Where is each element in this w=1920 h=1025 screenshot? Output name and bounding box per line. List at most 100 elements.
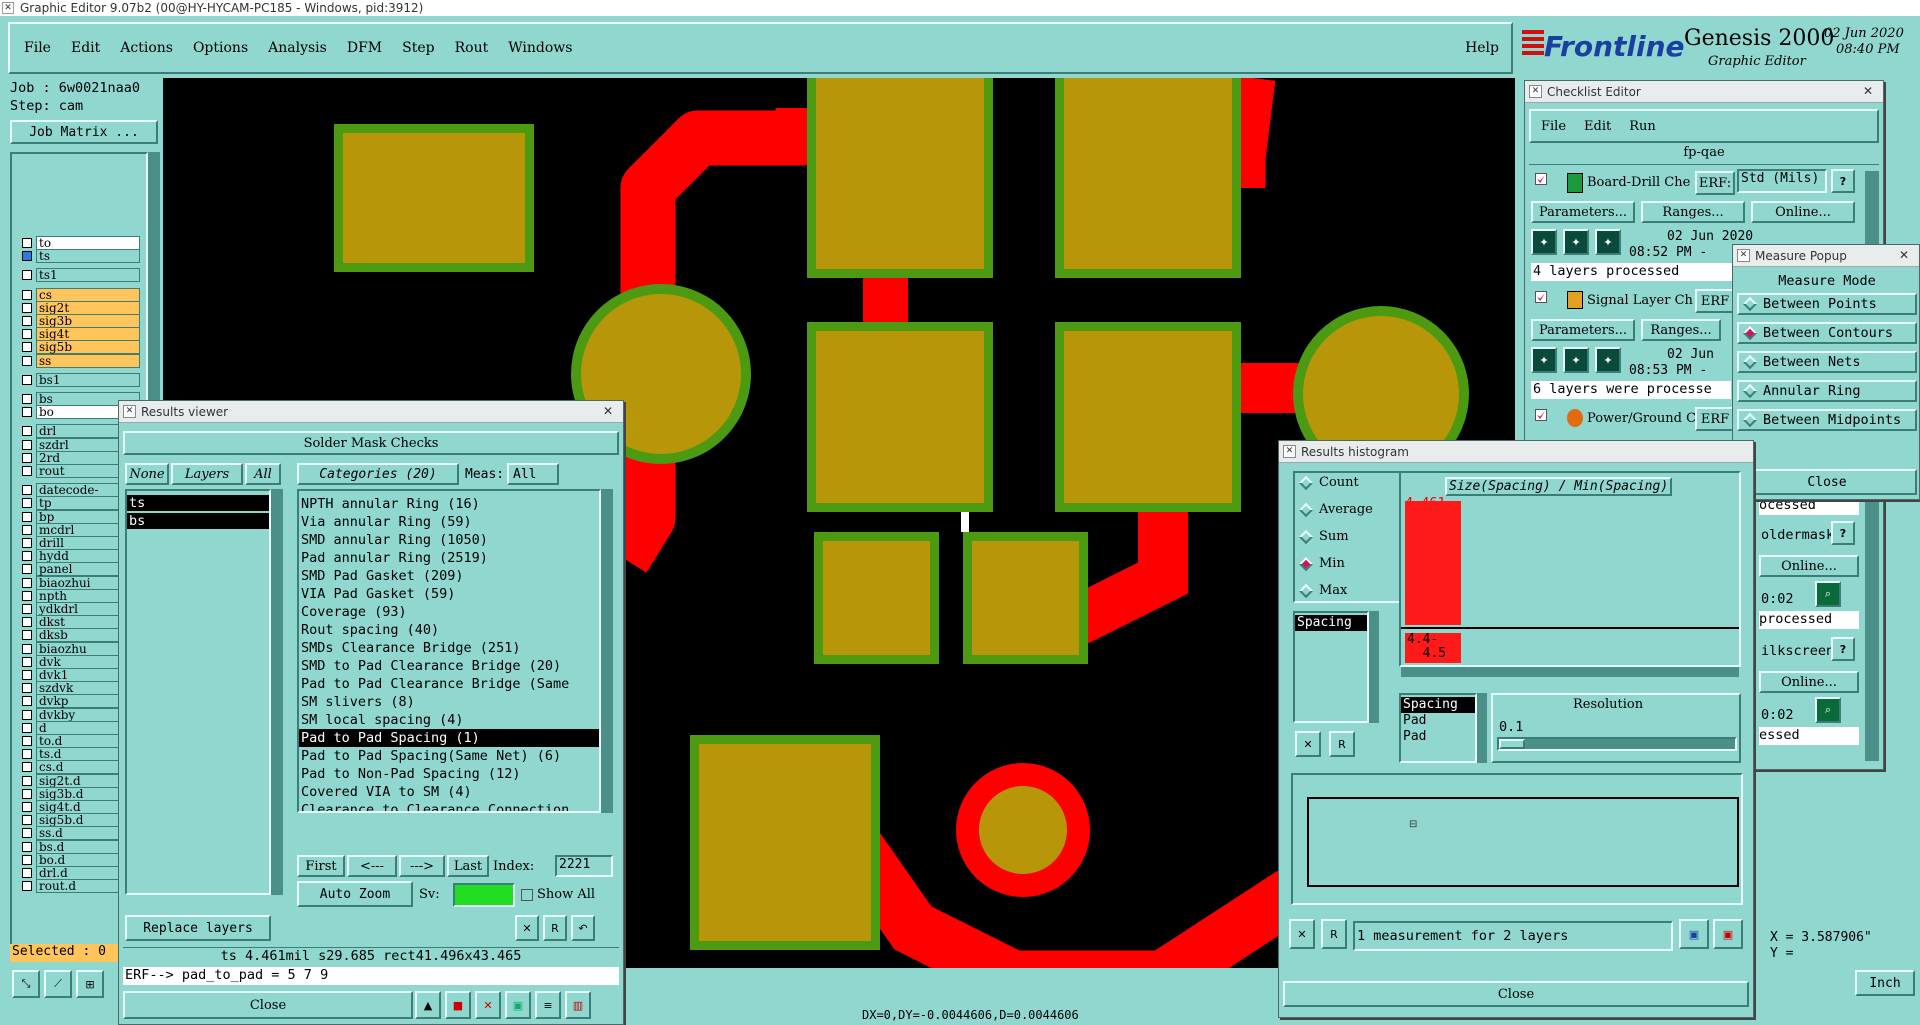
prev-button[interactable]: <--- [347,855,397,877]
layer-checkbox[interactable] [22,868,32,878]
export-icon[interactable]: ▣ [1679,919,1709,949]
checklist-menu-edit[interactable]: Edit [1584,119,1611,134]
menu-analysis[interactable]: Analysis [268,40,327,56]
layer-row[interactable]: sig4t [22,327,140,342]
layer-checkbox[interactable] [22,670,32,680]
erf-select[interactable]: Std (Mils) [1737,169,1827,193]
list-item[interactable]: Spacing [1295,615,1367,631]
grid-tool-icon[interactable]: ⊞ [76,970,104,998]
list-item[interactable]: bs [127,513,269,529]
category-item[interactable]: NPTH annular Ring (16) [299,495,599,513]
ranges-button[interactable]: Ranges... [1641,201,1745,223]
delete-icon[interactable]: ✕ [515,915,539,941]
resolution-slider[interactable] [1497,737,1737,751]
measure-option[interactable]: Between Points [1737,293,1917,315]
category-item[interactable]: Pad annular Ring (2519) [299,549,599,567]
histogram-icon[interactable]: ▥ [565,991,591,1019]
measure-close-button[interactable]: Close [1737,469,1917,495]
layer-checkbox[interactable] [22,696,32,707]
stat-option[interactable]: Max [1298,583,1347,598]
menu-actions[interactable]: Actions [120,40,173,56]
category-item[interactable]: SM local spacing (4) [299,711,599,729]
layer-name[interactable]: bs1 [36,372,140,387]
menu-file[interactable]: File [24,40,51,56]
layer-checkbox[interactable] [22,722,32,733]
layer-name[interactable]: sig2t [36,300,140,315]
layer-checkbox[interactable] [22,788,32,799]
category-item[interactable]: SMDs Clearance Bridge (251) [299,639,599,657]
layer-row[interactable]: ts [22,249,140,264]
ref-icon[interactable]: R [1321,919,1347,949]
menu-help[interactable]: Help [1465,40,1499,56]
layer-checkbox[interactable] [22,709,32,720]
layers-all-button[interactable]: All [245,463,281,485]
layer-name[interactable]: ts [36,249,140,264]
toolbar-icon-3[interactable]: ✕ [475,991,501,1019]
job-matrix-button[interactable]: Job Matrix ... [10,120,158,144]
results-close-button[interactable]: Close [123,991,413,1019]
toolbar-icon-1[interactable]: ▲ [415,991,441,1019]
replace-layers-button[interactable]: Replace layers [125,915,271,941]
category-item[interactable]: Pad to Pad Spacing (1) [299,729,599,747]
erf-button[interactable]: ERF [1695,289,1735,313]
layer-checkbox[interactable] [22,604,32,614]
layer-checkbox[interactable] [22,854,32,865]
categories-list[interactable]: NPTH annular Ring (16) Via annular Ring (… [297,489,601,813]
layer-name[interactable]: sig4t [36,327,140,342]
layer-checkbox[interactable] [22,683,32,694]
run-icon[interactable]: ✦ [1563,229,1589,255]
first-button[interactable]: First [297,855,345,877]
close-icon[interactable]: ✕ [1893,247,1915,263]
category-item[interactable]: SMD to Pad Clearance Bridge (20) [299,657,599,675]
checklist-menu-file[interactable]: File [1541,119,1566,134]
menu-edit[interactable]: Edit [71,40,100,56]
layer-checkbox[interactable] [22,329,32,340]
layer-checkbox[interactable] [22,355,32,366]
delete-icon[interactable]: ✕ [1295,731,1321,757]
layer-checkbox[interactable] [22,617,32,628]
toolbar-icon-2[interactable]: ■ [445,991,471,1019]
measure-option[interactable]: Annular Ring [1737,380,1917,402]
online-button[interactable]: Online... [1759,671,1859,693]
layer-checkbox[interactable] [22,551,32,562]
resolution-slider-handle[interactable] [1499,739,1525,749]
layer-checkbox[interactable] [22,485,32,496]
category-item[interactable]: Coverage (93) [299,603,599,621]
ref-icon[interactable]: R [543,915,567,941]
layer-checkbox[interactable] [22,289,32,300]
parameters-button[interactable]: Parameters... [1531,201,1635,223]
stat-option[interactable]: Min [1298,556,1345,571]
erf-button[interactable]: ERF: [1695,171,1735,195]
layer-checkbox[interactable] [22,407,32,418]
menu-rout[interactable]: Rout [455,40,489,56]
online-button[interactable]: Online... [1759,555,1859,577]
layer-name[interactable]: ts1 [36,268,140,283]
run-icon[interactable]: ✦ [1531,229,1557,255]
layer-checkbox[interactable] [22,511,32,522]
toolbar-icon-4[interactable]: ▣ [505,991,531,1019]
erf-button[interactable]: ERF [1695,407,1735,431]
histogram-close-button[interactable]: Close [1283,981,1749,1007]
measure-tool-icon[interactable]: ⟋ [44,970,72,998]
layer-checkbox[interactable] [22,439,32,450]
layer-checkbox[interactable] [22,524,32,535]
layer-checkbox[interactable] [22,452,32,463]
layer-checkbox[interactable] [22,749,32,760]
item-checkbox[interactable] [1535,409,1547,421]
layer-checkbox[interactable] [22,538,32,548]
parameters-button[interactable]: Parameters... [1531,319,1635,341]
close-icon[interactable]: ✕ [1857,83,1879,99]
layer-row[interactable]: bs1 [22,372,140,387]
stat-option[interactable]: Sum [1298,529,1349,544]
menu-step[interactable]: Step [402,40,434,56]
layer-checkbox[interactable] [22,802,32,812]
menu-windows[interactable]: Windows [508,40,572,56]
layer-checkbox[interactable] [22,316,32,326]
run-icon[interactable]: ✦ [1595,229,1621,255]
meas-select[interactable]: All [507,463,559,485]
measure-option[interactable]: Between Nets [1737,351,1917,373]
layer-selection-list[interactable]: ts bs [125,489,271,895]
layer-checkbox[interactable] [22,881,32,892]
close-icon[interactable]: ✕ [597,403,619,419]
index-input[interactable]: 2221 [555,855,613,877]
